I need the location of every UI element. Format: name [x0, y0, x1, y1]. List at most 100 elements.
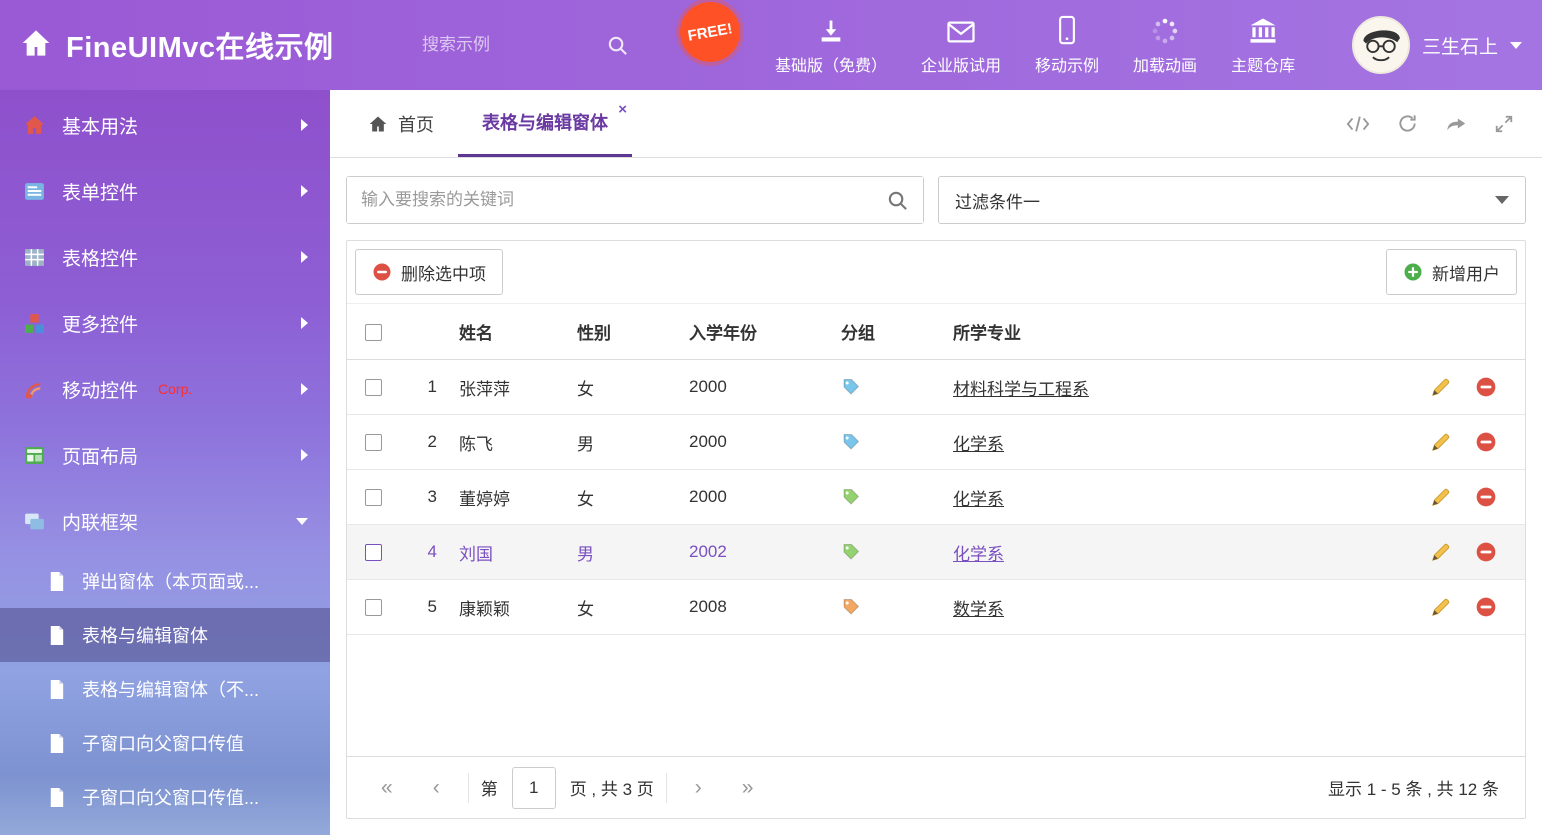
cell-year: 2000 — [683, 360, 835, 415]
sidebar-subitem-grid-edit-window[interactable]: 表格与编辑窗体 — [0, 608, 330, 662]
nav-enterprise-trial[interactable]: 企业版试用 — [921, 15, 1001, 76]
column-gender: 性别 — [571, 304, 683, 360]
nav-loading-animations[interactable]: 加载动画 — [1133, 15, 1197, 76]
code-icon[interactable] — [1346, 114, 1370, 134]
edit-icon[interactable] — [1430, 596, 1452, 618]
nav-basic-free[interactable]: 基础版（免费） — [775, 15, 887, 76]
row-checkbox[interactable] — [365, 599, 382, 616]
delete-icon[interactable] — [1475, 596, 1497, 618]
cell-year: 2000 — [683, 415, 835, 470]
first-page-button[interactable]: « — [361, 776, 413, 800]
nav-mobile-demo[interactable]: 移动示例 — [1035, 15, 1099, 76]
sidebar-item-grid-controls[interactable]: 表格控件 — [0, 224, 330, 290]
chevron-down-icon — [1495, 196, 1509, 204]
sidebar-subitem-label: 子窗口向父窗口传值 — [82, 730, 244, 756]
page-number-input[interactable] — [512, 767, 556, 809]
row-checkbox[interactable] — [365, 379, 382, 396]
layout-icon — [22, 444, 46, 467]
share-icon[interactable] — [1445, 114, 1467, 133]
delete-icon[interactable] — [1475, 486, 1497, 508]
tab-actions — [1346, 90, 1542, 157]
keyword-search[interactable] — [346, 176, 924, 224]
sidebar-item-label: 表格控件 — [62, 244, 138, 271]
avatar[interactable] — [1352, 16, 1410, 74]
tab-grid-edit-window[interactable]: 表格与编辑窗体 × — [458, 90, 632, 157]
expand-icon[interactable] — [1494, 114, 1514, 134]
delete-icon[interactable] — [1475, 376, 1497, 398]
grid-panel: 删除选中项 新增用户 姓名 性别 — [346, 240, 1526, 819]
sidebar-subitem-popup-window[interactable]: 弹出窗体（本页面或... — [0, 554, 330, 608]
sidebar-item-iframe[interactable]: 内联框架 — [0, 488, 330, 554]
row-checkbox[interactable] — [365, 489, 382, 506]
sidebar-subitem-child-to-parent-2[interactable]: 子窗口向父窗口传值... — [0, 770, 330, 824]
mobile-icon — [1056, 15, 1078, 45]
table-row[interactable]: 1 张萍萍 女 2000 材料科学与工程系 — [347, 360, 1525, 415]
page-suffix: 页 , 共 3 页 — [570, 775, 654, 800]
search-icon[interactable] — [886, 189, 909, 212]
bank-icon — [1248, 15, 1278, 45]
refresh-icon[interactable] — [1397, 113, 1418, 134]
edit-icon[interactable] — [1430, 431, 1452, 453]
last-page-button[interactable]: » — [722, 776, 774, 800]
header-search[interactable] — [422, 34, 640, 57]
delete-icon[interactable] — [1475, 541, 1497, 563]
corp-badge: Corp. — [158, 381, 192, 397]
sidebar-item-more-controls[interactable]: 更多控件 — [0, 290, 330, 356]
cell-name: 康颖颖 — [453, 580, 571, 635]
table-icon — [22, 246, 46, 269]
chevron-down-icon — [1510, 42, 1522, 49]
keyword-search-input[interactable] — [347, 177, 923, 223]
user-menu[interactable]: 三生石上 — [1352, 16, 1522, 74]
major-link[interactable]: 数学系 — [953, 600, 1004, 619]
major-link[interactable]: 化学系 — [953, 490, 1004, 509]
filter-dropdown[interactable]: 过滤条件一 — [938, 176, 1526, 224]
tab-home[interactable]: 首页 — [344, 90, 458, 157]
prev-page-button[interactable]: ‹ — [413, 776, 460, 800]
tag-icon — [841, 487, 861, 507]
major-link[interactable]: 化学系 — [953, 435, 1004, 454]
divider — [666, 773, 667, 803]
sidebar-subitem-child-to-parent[interactable]: 子窗口向父窗口传值 — [0, 716, 330, 770]
sidebar-item-label: 移动控件 — [62, 376, 138, 403]
sidebar-subitem-grid-edit-window-2[interactable]: 表格与编辑窗体（不... — [0, 662, 330, 716]
file-icon — [44, 571, 68, 592]
sidebar-item-form-controls[interactable]: 表单控件 — [0, 158, 330, 224]
close-icon[interactable]: × — [618, 101, 627, 118]
row-number: 3 — [397, 470, 453, 525]
pagination-bar: « ‹ 第 页 , 共 3 页 › » 显示 1 - 5 条 , 共 12 条 — [347, 756, 1525, 818]
major-link[interactable]: 化学系 — [953, 545, 1004, 564]
nav-theme-store[interactable]: 主题仓库 — [1231, 15, 1295, 76]
edit-icon[interactable] — [1430, 376, 1452, 398]
spinner-icon — [1151, 15, 1179, 45]
column-group: 分组 — [835, 304, 947, 360]
cell-name: 刘国 — [453, 525, 571, 580]
brand[interactable]: FineUIMvc在线示例 — [20, 24, 422, 66]
table-row-selected[interactable]: 4 刘国 男 2002 化学系 — [347, 525, 1525, 580]
sidebar-item-label: 内联框架 — [62, 508, 138, 535]
delete-selected-button[interactable]: 删除选中项 — [355, 249, 503, 295]
cell-name: 张萍萍 — [453, 360, 571, 415]
sidebar-item-mobile-controls[interactable]: 移动控件 Corp. — [0, 356, 330, 422]
next-page-button[interactable]: › — [675, 776, 722, 800]
row-checkbox[interactable] — [365, 544, 382, 561]
delete-icon[interactable] — [1475, 431, 1497, 453]
search-icon[interactable] — [606, 34, 629, 57]
table-row[interactable]: 5 康颖颖 女 2008 数学系 — [347, 580, 1525, 635]
sidebar-item-page-layout[interactable]: 页面布局 — [0, 422, 330, 488]
chevron-right-icon — [301, 185, 308, 197]
download-icon — [817, 15, 845, 45]
edit-icon[interactable] — [1430, 541, 1452, 563]
major-link[interactable]: 材料科学与工程系 — [953, 380, 1089, 399]
table-row[interactable]: 2 陈飞 男 2000 化学系 — [347, 415, 1525, 470]
table-row[interactable]: 3 董婷婷 女 2000 化学系 — [347, 470, 1525, 525]
sidebar-item-basic-usage[interactable]: 基本用法 — [0, 92, 330, 158]
edit-icon[interactable] — [1430, 486, 1452, 508]
header-search-input[interactable] — [422, 35, 572, 55]
home-icon — [368, 114, 388, 134]
cell-name: 董婷婷 — [453, 470, 571, 525]
add-user-button[interactable]: 新增用户 — [1386, 249, 1517, 295]
row-checkbox[interactable] — [365, 434, 382, 451]
table-empty-space — [347, 635, 1525, 756]
header-nav: 基础版（免费） 企业版试用 移动示例 加载动画 主题仓库 — [758, 15, 1312, 76]
select-all-checkbox[interactable] — [365, 324, 382, 341]
